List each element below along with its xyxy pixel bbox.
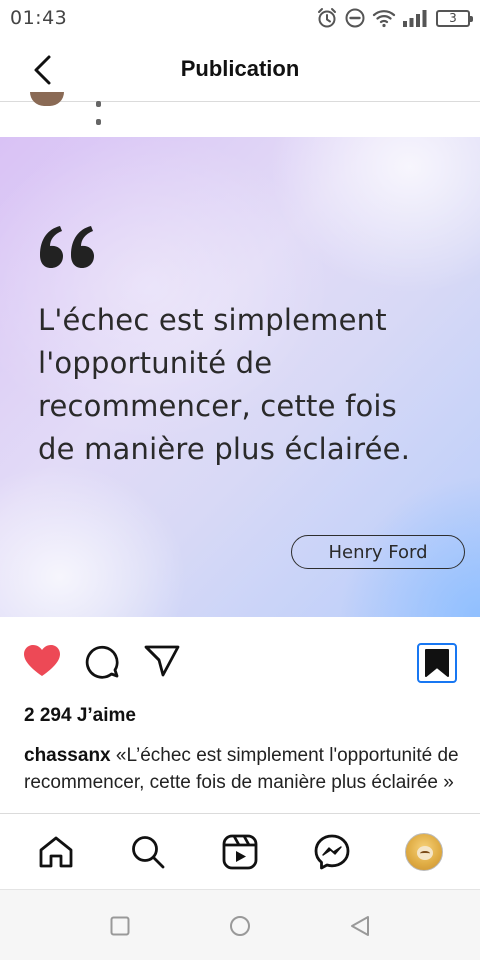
chevron-left-icon: [34, 55, 51, 85]
quote-line: de manière plus éclairée.: [38, 432, 411, 466]
wifi-icon: [372, 8, 396, 28]
comment-icon: [85, 645, 119, 679]
previous-text-fragment: [96, 94, 136, 125]
page-title: Publication: [180, 55, 300, 81]
bottom-nav: [0, 813, 480, 889]
quote-text: L'échec est simplement l'opportunité de …: [38, 299, 458, 471]
back-button[interactable]: [22, 50, 62, 90]
bookmark-icon: [425, 649, 449, 677]
messenger-icon: [314, 834, 350, 870]
home-icon: [39, 836, 73, 868]
recents-square-icon: [110, 916, 130, 936]
nav-profile[interactable]: [402, 830, 446, 874]
status-icons: 3: [316, 7, 473, 29]
quote-line: recommencer, cette fois: [38, 389, 397, 423]
likes-count[interactable]: 2 294 J’aime: [24, 705, 136, 727]
search-icon: [132, 836, 165, 869]
profile-avatar: [405, 833, 443, 871]
status-bar: 01:43 3: [0, 0, 480, 36]
reels-icon: [222, 834, 258, 870]
system-back-button[interactable]: [346, 912, 374, 940]
send-icon: [144, 645, 180, 677]
previous-avatar: [30, 92, 64, 106]
quote-line: l'opportunité de: [38, 346, 273, 380]
post-actions: [0, 637, 480, 687]
header: Publication: [0, 36, 480, 102]
heart-icon: [24, 645, 60, 676]
post-caption: chassanx «L’échec est simplement l'oppor…: [24, 742, 464, 812]
signal-icon: [402, 8, 430, 28]
alarm-icon: [316, 7, 338, 29]
save-button[interactable]: [417, 643, 457, 683]
nav-messenger[interactable]: [310, 830, 354, 874]
status-time: 01:43: [10, 7, 68, 29]
nav-search[interactable]: [126, 830, 170, 874]
back-triangle-icon: [351, 916, 369, 936]
quote-line: L'échec est simplement: [38, 303, 387, 337]
system-home-button[interactable]: [226, 912, 254, 940]
share-button[interactable]: [142, 641, 182, 681]
post-image[interactable]: L'échec est simplement l'opportunité de …: [0, 137, 480, 617]
comment-button[interactable]: [82, 641, 122, 681]
recents-button[interactable]: [106, 912, 134, 940]
nav-home[interactable]: [34, 830, 78, 874]
home-circle-icon: [230, 916, 250, 936]
battery-icon: 3: [436, 9, 473, 27]
caption-username[interactable]: chassanx: [24, 745, 111, 766]
do-not-disturb-icon: [344, 7, 366, 29]
system-nav: [0, 889, 480, 960]
nav-reels[interactable]: [218, 830, 262, 874]
quote-mark-icon: [40, 226, 94, 268]
quote-author: Henry Ford: [291, 535, 465, 569]
like-button[interactable]: [22, 641, 62, 681]
